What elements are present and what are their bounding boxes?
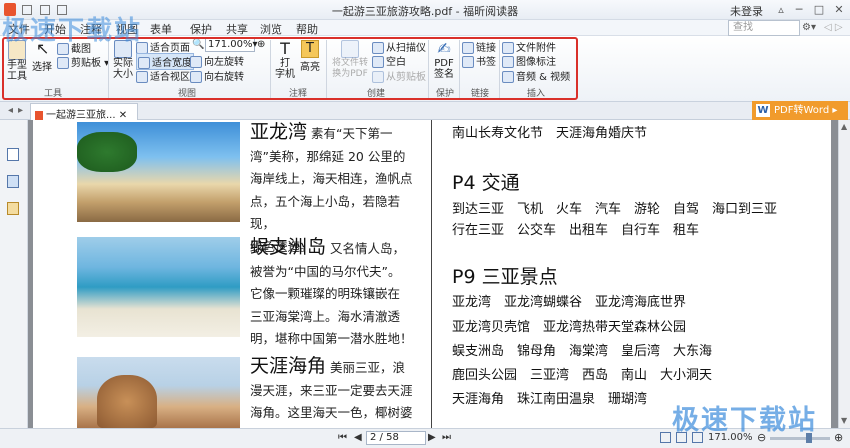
maximize-button[interactable]: □ (810, 2, 828, 17)
scroll-down-icon[interactable]: ▼ (841, 416, 847, 425)
watermark-logo: 极速下载站 (672, 405, 817, 436)
pdf-to-word-button[interactable]: W PDF转Word ▸ (752, 101, 848, 120)
scroll-up-icon[interactable]: ▲ (841, 122, 847, 131)
tab-scroll-left-icon[interactable]: ◂ (8, 105, 13, 116)
side-panel-rail (0, 120, 28, 428)
photo-yalong-bay (77, 122, 240, 222)
menu-browse[interactable]: 浏览 (260, 21, 282, 37)
login-status[interactable]: 未登录 (730, 3, 763, 19)
menu-protect[interactable]: 保护 (190, 21, 212, 37)
attraction-line: 亚龙湾贝壳馆 亚龙湾热带天堂森林公园 (452, 320, 687, 335)
word-icon: W (756, 104, 770, 117)
attraction-line: 蜈支洲岛 锦母角 海棠湾 皇后湾 大东海 (452, 344, 713, 359)
section-wuzhizhou: 蜈支洲岛 又名情人岛， 被誉为“中国的马尔代夫”。 它像一颗璀璨的明珠镶嵌在 三… (250, 236, 413, 346)
menu-help[interactable]: 帮助 (296, 21, 318, 37)
transport-line: 行在三亚 公交车 出租车 自行车 租车 (452, 223, 700, 238)
single-page-view-icon[interactable] (660, 432, 671, 443)
last-page-icon[interactable]: ⏭ (442, 432, 451, 443)
attraction-line: 鹿回头公园 三亚湾 西岛 南山 大小洞天 (452, 368, 713, 383)
attraction-line: 天涯海角 珠江南田温泉 珊瑚湾 (452, 392, 648, 407)
search-input[interactable]: 查找 (728, 20, 800, 36)
photo-tianya-haijiao (77, 357, 240, 428)
prev-page-icon[interactable]: ◀ (354, 432, 362, 443)
zoom-slider[interactable] (770, 433, 830, 443)
nav-arrows-icon[interactable]: ◁ ▷ (824, 22, 843, 33)
ribbon-toggle-icon[interactable]: ▵ (772, 2, 790, 17)
section-title: 亚龙湾 (250, 121, 308, 143)
pdf-file-icon (35, 110, 43, 120)
vertical-scrollbar[interactable]: ▲ ▼ (838, 120, 850, 428)
watermark-logo: 极速下载站 (2, 16, 143, 46)
zoom-in-icon[interactable]: ⊕ (834, 431, 843, 444)
palm-trees (77, 132, 137, 172)
menu-form[interactable]: 表单 (150, 21, 172, 37)
first-page-icon[interactable]: ⏮ (338, 432, 347, 443)
settings-icon[interactable]: ⚙▾ (802, 22, 816, 33)
festival-line: 南山长寿文化节 天涯海角婚庆节 (452, 126, 648, 141)
menu-share[interactable]: 共享 (226, 21, 248, 37)
close-button[interactable]: ✕ (830, 2, 848, 17)
next-page-icon[interactable]: ▶ (428, 432, 436, 443)
photo-wuzhizhou-island (77, 237, 240, 337)
attraction-line: 亚龙湾 亚龙湾蝴蝶谷 亚龙湾海底世界 (452, 295, 687, 310)
p9-title: P9 三亚景点 (452, 266, 558, 288)
section-title: 蜈支洲岛 (250, 236, 327, 258)
page-number-input[interactable]: 2 / 58 (366, 431, 426, 445)
close-tab-icon[interactable]: ✕ (119, 110, 127, 120)
minimize-button[interactable]: ─ (790, 2, 808, 17)
rock (97, 375, 157, 428)
pages-panel-icon[interactable] (7, 175, 19, 188)
column-divider (431, 120, 432, 428)
tab-document[interactable]: 一起游三亚旅... ✕ (30, 103, 138, 120)
tab-scroll-right-icon[interactable]: ▸ (18, 105, 23, 116)
section-title: 天涯海角 (250, 355, 327, 377)
p4-title: P4 交通 (452, 172, 520, 194)
section-tianya: 天涯海角 美丽三亚，浪 漫天涯，来三亚一定要去天涯 海角。这里海天一色，椰树婆 (250, 355, 413, 420)
transport-line: 到达三亚 飞机 火车 汽车 游轮 自驾 海口到三亚 (452, 202, 778, 217)
bookmarks-panel-icon[interactable] (7, 148, 19, 161)
comments-panel-icon[interactable] (7, 202, 19, 215)
